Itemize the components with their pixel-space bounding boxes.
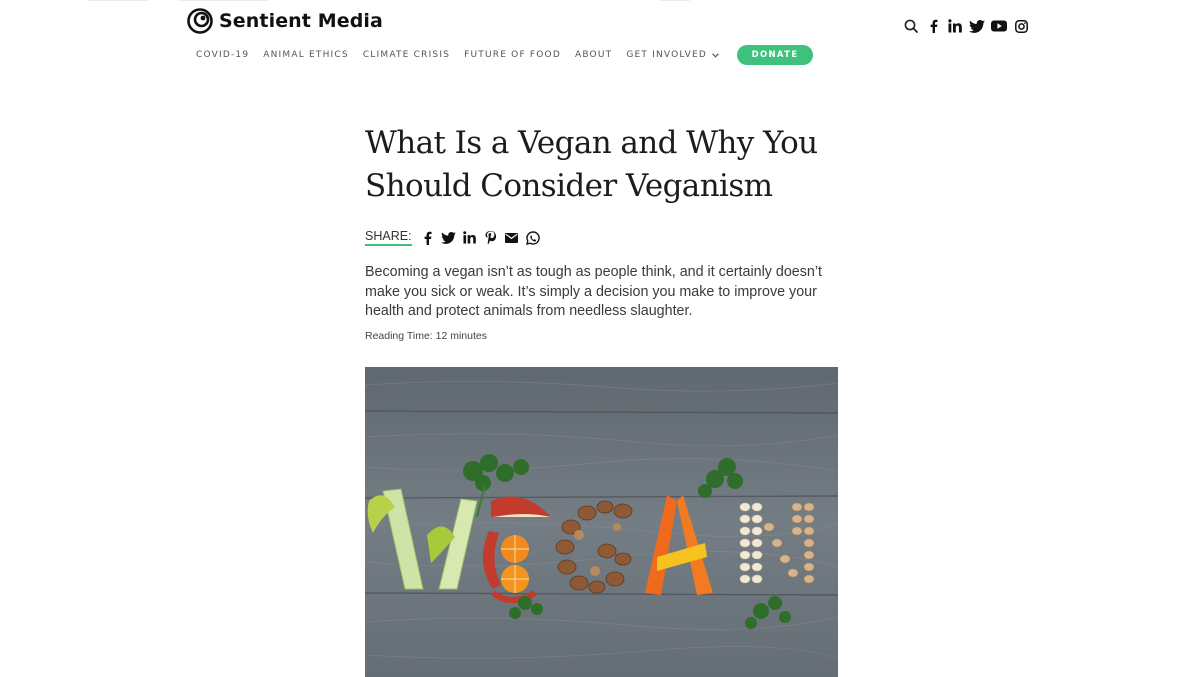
twitter-icon[interactable] [969, 18, 985, 34]
share-facebook-icon[interactable] [420, 230, 436, 246]
nav-item-future-of-food[interactable]: FUTURE OF FOOD [464, 50, 561, 60]
linkedin-icon[interactable] [947, 18, 963, 34]
youtube-icon[interactable] [991, 18, 1007, 34]
site-logo[interactable]: Sentient Media [187, 8, 383, 34]
donate-button[interactable]: DONATE [737, 45, 813, 65]
share-pinterest-icon[interactable] [483, 230, 499, 246]
instagram-icon[interactable] [1013, 18, 1029, 34]
top-divider [0, 0, 1200, 2]
nav-item-animal-ethics[interactable]: ANIMAL ETHICS [263, 50, 349, 60]
chevron-down-icon [712, 52, 719, 58]
main-nav: COVID-19 ANIMAL ETHICS CLIMATE CRISIS FU… [196, 45, 813, 65]
share-whatsapp-icon[interactable] [525, 230, 541, 246]
nav-item-covid-19[interactable]: COVID-19 [196, 50, 249, 60]
nav-item-get-involved[interactable]: GET INVOLVED [626, 50, 719, 60]
article-lede: Becoming a vegan isn’t as tough as peopl… [365, 264, 822, 319]
article-title: What Is a Vegan and Why You Should Consi… [365, 125, 818, 204]
facebook-icon[interactable] [925, 18, 941, 34]
brand-name: Sentient Media [219, 10, 383, 32]
sentient-logo-icon [187, 8, 213, 34]
nav-item-about[interactable]: ABOUT [575, 50, 612, 60]
header-social-icons [903, 18, 1029, 34]
hero-image [365, 367, 838, 677]
nav-item-get-involved-label: GET INVOLVED [626, 50, 707, 60]
share-linkedin-icon[interactable] [462, 230, 478, 246]
share-twitter-icon[interactable] [441, 230, 457, 246]
share-label: SHARE: [365, 229, 412, 246]
search-icon[interactable] [903, 18, 919, 34]
reading-time: Reading Time: 12 minutes [365, 330, 487, 342]
share-email-icon[interactable] [504, 230, 520, 246]
share-bar: SHARE: [365, 229, 546, 246]
nav-item-climate-crisis[interactable]: CLIMATE CRISIS [363, 50, 450, 60]
